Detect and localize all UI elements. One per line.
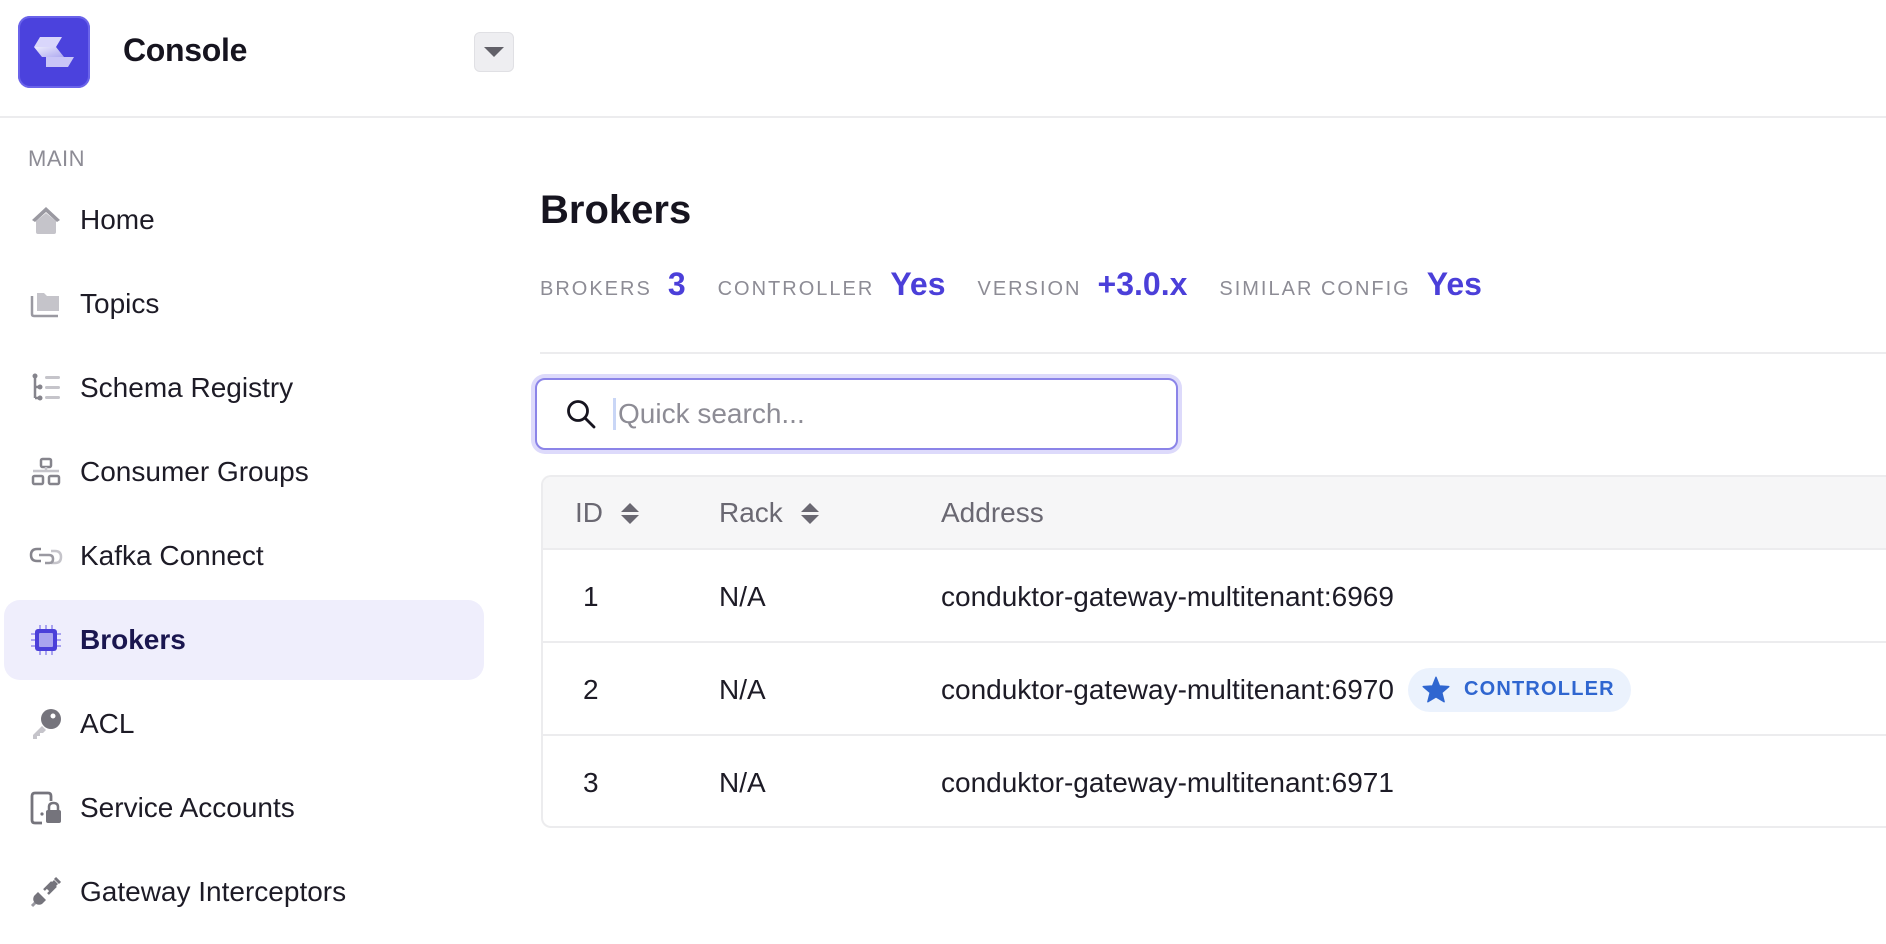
sidebar-item-label: Brokers — [80, 624, 186, 655]
broker-stats: BROKERS 3 CONTROLLER Yes VERSION +3.0.x … — [540, 266, 1514, 310]
search-icon — [567, 400, 596, 429]
column-header-rack[interactable]: Rack — [719, 497, 819, 529]
table-row[interactable]: 3 N/A conduktor-gateway-multitenant:6971 — [543, 736, 1886, 826]
app-title: Console — [123, 32, 248, 68]
stat-value: Yes — [1426, 266, 1482, 302]
top-header: Console — [0, 0, 1886, 118]
conduktor-logo-icon — [34, 37, 74, 67]
stat-label: SIMILAR CONFIG — [1219, 278, 1411, 300]
brokers-table: ID Rack Address 1 N/A conduktor-gateway-… — [541, 475, 1886, 828]
sidebar-item-label: Service Accounts — [80, 792, 295, 823]
cell-id: 1 — [583, 580, 599, 612]
sort-icon[interactable] — [800, 502, 819, 524]
sidebar-item-consumer-groups[interactable]: Consumer Groups — [4, 432, 484, 512]
stat-similar-config: SIMILAR CONFIG Yes — [1219, 266, 1482, 303]
device-lock-icon — [28, 790, 64, 826]
table-row[interactable]: 2 N/A conduktor-gateway-multitenant:6970… — [543, 643, 1886, 736]
stat-label: VERSION — [977, 278, 1082, 300]
stat-brokers: BROKERS 3 — [540, 266, 686, 303]
table-row[interactable]: 1 N/A conduktor-gateway-multitenant:6969 — [543, 550, 1886, 643]
sidebar-item-label: Home — [80, 204, 155, 235]
stat-value: Yes — [890, 266, 946, 302]
app-logo[interactable] — [18, 16, 90, 88]
stat-label: CONTROLLER — [717, 278, 875, 300]
key-icon — [28, 706, 64, 742]
cell-rack: N/A — [719, 673, 766, 705]
column-header-id[interactable]: ID — [575, 497, 639, 529]
sidebar-item-label: Consumer Groups — [80, 456, 309, 487]
sidebar-item-label: Kafka Connect — [80, 540, 264, 571]
cell-rack: N/A — [719, 766, 766, 798]
link-icon — [28, 538, 64, 574]
column-header-label: Address — [941, 497, 1044, 528]
sidebar-item-label: Topics — [80, 288, 160, 319]
sort-icon[interactable] — [621, 502, 639, 524]
cell-address: conduktor-gateway-multitenant:6969 — [941, 550, 1394, 643]
badge-label: CONTROLLER — [1463, 678, 1615, 700]
sidebar-item-schema-registry[interactable]: Schema Registry — [4, 348, 484, 428]
cell-address: conduktor-gateway-multitenant:6970 CONTR… — [941, 643, 1631, 736]
address-text: conduktor-gateway-multitenant:6970 — [941, 673, 1394, 705]
network-groups-icon — [28, 454, 64, 490]
sidebar-item-label: Schema Registry — [80, 372, 294, 403]
chip-icon — [28, 622, 64, 658]
plug-icon — [28, 874, 64, 910]
stat-controller: CONTROLLER Yes — [718, 266, 946, 303]
page-title: Brokers — [540, 188, 692, 232]
sidebar: MAIN Home Topics Schema Registry Consume… — [0, 118, 500, 944]
sidebar-item-acl[interactable]: ACL — [4, 684, 484, 764]
cell-id: 2 — [583, 673, 599, 705]
sidebar-item-label: Gateway Interceptors — [80, 876, 347, 907]
folder-icon — [28, 286, 64, 322]
controller-badge: CONTROLLER — [1407, 667, 1631, 712]
sidebar-item-gateway-interceptors[interactable]: Gateway Interceptors — [4, 852, 484, 932]
stat-value: +3.0.x — [1097, 266, 1188, 302]
table-header: ID Rack Address — [543, 477, 1886, 550]
app-switcher-dropdown-button[interactable] — [474, 32, 514, 72]
sidebar-section-label: MAIN — [28, 146, 85, 171]
caret-down-icon — [484, 47, 504, 57]
sidebar-item-home[interactable]: Home — [4, 180, 484, 260]
schema-tree-icon — [28, 370, 64, 406]
home-icon — [28, 202, 64, 238]
sidebar-item-brokers[interactable]: Brokers — [4, 600, 484, 680]
column-header-label: Rack — [719, 497, 783, 528]
cell-rack: N/A — [719, 580, 766, 612]
section-divider — [540, 352, 1886, 354]
cell-address: conduktor-gateway-multitenant:6971 — [941, 736, 1394, 826]
column-header-address: Address — [941, 497, 1044, 529]
address-text: conduktor-gateway-multitenant:6971 — [941, 766, 1394, 798]
sidebar-item-kafka-connect[interactable]: Kafka Connect — [4, 516, 484, 596]
stat-label: BROKERS — [540, 278, 652, 300]
quick-search-input[interactable] — [613, 398, 1173, 430]
sidebar-item-service-accounts[interactable]: Service Accounts — [4, 768, 484, 848]
stat-value: 3 — [667, 266, 686, 302]
star-icon — [1422, 676, 1450, 703]
stat-version: VERSION +3.0.x — [977, 266, 1187, 303]
sidebar-item-label: ACL — [80, 708, 135, 739]
address-text: conduktor-gateway-multitenant:6969 — [941, 580, 1394, 612]
quick-search[interactable] — [535, 378, 1178, 450]
cell-id: 3 — [583, 766, 599, 798]
sidebar-item-topics[interactable]: Topics — [4, 264, 484, 344]
column-header-label: ID — [575, 497, 603, 528]
